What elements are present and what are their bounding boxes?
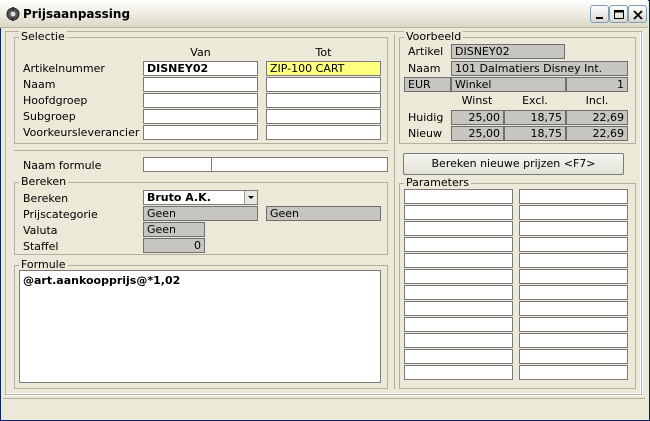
bereken-legend: Bereken	[19, 175, 69, 188]
voorbeeld-naam-value: 101 Dalmatiers Disney Int.	[451, 61, 628, 76]
calc-new-prices-button[interactable]: Bereken nieuwe prijzen <F7>	[403, 153, 624, 175]
huidig-excl: 18,75	[504, 110, 566, 125]
parameter-right-input-12[interactable]	[519, 365, 628, 380]
parameter-right-input-6[interactable]	[519, 269, 628, 284]
parameter-left-input-8[interactable]	[404, 301, 513, 316]
parameters-legend: Parameters	[404, 176, 471, 189]
maximize-button[interactable]	[609, 5, 628, 23]
parameter-left-input-6[interactable]	[404, 269, 513, 284]
huidig-incl: 22,69	[566, 110, 628, 125]
bereken-select[interactable]: Bruto A.K.	[143, 190, 258, 205]
subgroep-tot-input[interactable]	[266, 109, 381, 124]
parameter-right-input-8[interactable]	[519, 301, 628, 316]
parameter-right-input-5[interactable]	[519, 253, 628, 268]
naam-tot-input[interactable]	[266, 77, 381, 92]
parameter-left-input-7[interactable]	[404, 285, 513, 300]
staffel-label: Staffel	[23, 240, 59, 253]
parameter-left-input-12[interactable]	[404, 365, 513, 380]
separator	[14, 150, 388, 151]
naam-formule-code-input[interactable]	[143, 157, 212, 172]
artikelnummer-van-input[interactable]: DISNEY02	[143, 61, 258, 76]
parameter-left-input-9[interactable]	[404, 317, 513, 332]
parameter-right-input-9[interactable]	[519, 317, 628, 332]
naam-formule-label: Naam formule	[23, 159, 102, 172]
maximize-icon	[614, 10, 624, 19]
subgroep-van-input[interactable]	[143, 109, 258, 124]
close-icon	[633, 10, 643, 20]
huidig-winst: 25,00	[451, 110, 504, 125]
naam-van-input[interactable]	[143, 77, 258, 92]
voorkeursleverancier-label: Voorkeursleverancier	[23, 126, 140, 139]
bereken-dropdown-button[interactable]	[244, 191, 257, 204]
hoofdgroep-label: Hoofdgroep	[23, 94, 88, 107]
voorbeeld-legend: Voorbeeld	[404, 30, 464, 43]
col-header-winst: Winst	[461, 94, 493, 107]
parameter-right-input-4[interactable]	[519, 237, 628, 252]
bereken-label: Bereken	[23, 192, 69, 205]
hoofdgroep-van-input[interactable]	[143, 93, 258, 108]
voorbeeld-currency: EUR	[404, 77, 451, 92]
prijscategorie-label: Prijscategorie	[23, 208, 98, 221]
parameter-left-input-4[interactable]	[404, 237, 513, 252]
close-button[interactable]	[628, 5, 647, 23]
nieuw-excl: 18,75	[504, 126, 566, 141]
col-header-tot: Tot	[315, 46, 332, 59]
parameter-left-input-1[interactable]	[404, 189, 513, 204]
artikelnummer-label: Artikelnummer	[23, 62, 105, 75]
window-title: Prijsaanpassing	[23, 7, 131, 21]
parameter-left-input-3[interactable]	[404, 221, 513, 236]
parameter-left-input-5[interactable]	[404, 253, 513, 268]
naam-label: Naam	[23, 78, 56, 91]
col-header-van: Van	[190, 46, 211, 59]
artikelnummer-tot-input[interactable]: ZIP-100 CART	[266, 61, 381, 76]
status-bar	[3, 398, 645, 416]
valuta-label: Valuta	[23, 224, 58, 237]
subgroep-label: Subgroep	[23, 110, 76, 123]
panel-divider	[394, 34, 395, 389]
parameter-right-input-10[interactable]	[519, 333, 628, 348]
nieuw-label: Nieuw	[408, 127, 443, 140]
hoofdgroep-tot-input[interactable]	[266, 93, 381, 108]
huidig-label: Huidig	[408, 111, 444, 124]
parameter-left-input-11[interactable]	[404, 349, 513, 364]
selectie-legend: Selectie	[19, 30, 67, 43]
app-icon	[6, 7, 20, 21]
col-header-excl: Excl.	[522, 94, 548, 107]
voorbeeld-store: Winkel	[451, 77, 566, 92]
minimize-icon	[596, 17, 603, 19]
voorbeeld-artikel-value: DISNEY02	[451, 44, 565, 59]
parameter-left-input-10[interactable]	[404, 333, 513, 348]
voorkeursleverancier-tot-input[interactable]	[266, 125, 381, 140]
naam-formule-input[interactable]	[211, 157, 388, 172]
parameter-left-input-2[interactable]	[404, 205, 513, 220]
col-header-incl: Incl.	[585, 94, 609, 107]
parameter-right-input-7[interactable]	[519, 285, 628, 300]
voorkeursleverancier-van-input[interactable]	[143, 125, 258, 140]
chevron-down-icon	[248, 196, 254, 199]
prijscategorie-van-field[interactable]: Geen	[143, 206, 258, 221]
valuta-field[interactable]: Geen	[143, 222, 205, 237]
nieuw-winst: 25,00	[451, 126, 504, 141]
parameter-right-input-1[interactable]	[519, 189, 628, 204]
parameter-right-input-11[interactable]	[519, 349, 628, 364]
voorbeeld-store-qty: 1	[566, 77, 628, 92]
prijscategorie-tot-field[interactable]: Geen	[266, 206, 381, 221]
voorbeeld-artikel-label: Artikel	[408, 45, 444, 58]
parameter-right-input-3[interactable]	[519, 221, 628, 236]
minimize-button[interactable]	[590, 5, 609, 23]
nieuw-incl: 22,69	[566, 126, 628, 141]
staffel-field[interactable]: 0	[143, 238, 205, 253]
voorbeeld-naam-label: Naam	[408, 62, 441, 75]
parameter-right-input-2[interactable]	[519, 205, 628, 220]
formule-textarea[interactable]: @art.aankoopprijs@*1,02	[19, 270, 381, 383]
